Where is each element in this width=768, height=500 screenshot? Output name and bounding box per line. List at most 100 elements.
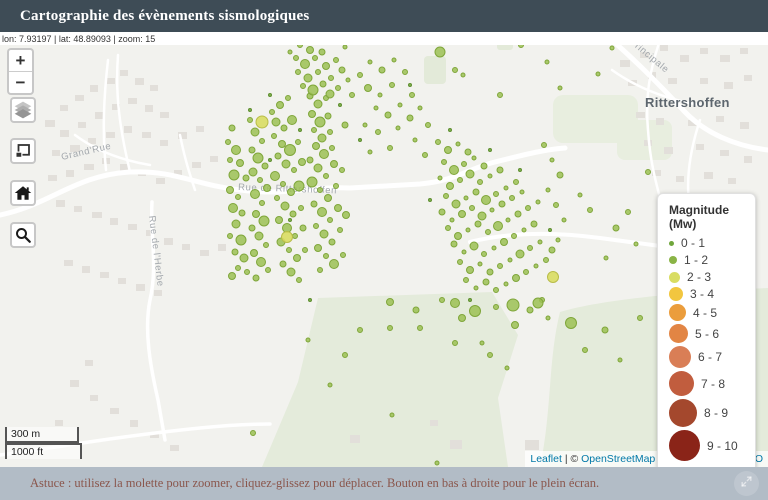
event-dot[interactable] bbox=[266, 268, 271, 273]
event-dot[interactable] bbox=[236, 195, 241, 200]
event-dot[interactable] bbox=[488, 174, 492, 178]
event-dot[interactable] bbox=[459, 315, 466, 322]
event-dot[interactable] bbox=[296, 140, 301, 145]
event-dot[interactable] bbox=[249, 147, 255, 153]
event-dot[interactable] bbox=[466, 228, 470, 232]
event-dot[interactable] bbox=[272, 118, 280, 126]
event-dot[interactable] bbox=[264, 243, 269, 248]
event-dot[interactable] bbox=[259, 216, 269, 226]
event-dot[interactable] bbox=[229, 204, 238, 213]
event-dot[interactable] bbox=[342, 122, 348, 128]
event-dot[interactable] bbox=[494, 222, 503, 231]
event-dot[interactable] bbox=[292, 168, 297, 173]
event-dot[interactable] bbox=[335, 205, 342, 212]
event-dot[interactable] bbox=[251, 190, 260, 199]
event-dot[interactable] bbox=[519, 45, 524, 48]
event-dot[interactable] bbox=[646, 170, 651, 175]
event-dot[interactable] bbox=[388, 326, 393, 331]
event-dot[interactable] bbox=[472, 156, 476, 160]
event-dot[interactable] bbox=[445, 147, 452, 154]
extent-tool-button[interactable] bbox=[10, 138, 36, 164]
event-dot[interactable] bbox=[398, 103, 402, 107]
event-dot[interactable] bbox=[301, 84, 306, 89]
event-dot[interactable] bbox=[251, 128, 259, 136]
event-dot[interactable] bbox=[229, 170, 239, 180]
event-dot[interactable] bbox=[307, 177, 317, 187]
event-dot[interactable] bbox=[306, 338, 310, 342]
event-dot[interactable] bbox=[508, 258, 512, 262]
event-dot[interactable] bbox=[281, 202, 289, 210]
event-dot[interactable] bbox=[253, 275, 259, 281]
home-button[interactable] bbox=[10, 180, 36, 206]
event-dot[interactable] bbox=[549, 229, 552, 232]
event-dot[interactable] bbox=[452, 200, 460, 208]
event-dot[interactable] bbox=[308, 85, 318, 95]
event-dot[interactable] bbox=[320, 150, 329, 159]
event-dot[interactable] bbox=[341, 253, 346, 258]
event-dot[interactable] bbox=[515, 211, 521, 217]
event-dot[interactable] bbox=[478, 262, 482, 266]
event-dot[interactable] bbox=[610, 46, 614, 50]
event-dot[interactable] bbox=[522, 228, 526, 232]
event-dot[interactable] bbox=[229, 125, 235, 131]
fullscreen-button[interactable] bbox=[734, 471, 759, 496]
event-dot[interactable] bbox=[513, 275, 520, 282]
event-dot[interactable] bbox=[634, 242, 638, 246]
event-dot[interactable] bbox=[504, 186, 508, 190]
event-dot[interactable] bbox=[602, 327, 608, 333]
event-dot[interactable] bbox=[447, 183, 454, 190]
event-dot[interactable] bbox=[558, 86, 562, 90]
event-dot[interactable] bbox=[315, 245, 322, 252]
event-dot[interactable] bbox=[281, 125, 287, 131]
event-dot[interactable] bbox=[343, 353, 348, 358]
event-dot[interactable] bbox=[338, 228, 343, 233]
event-dot[interactable] bbox=[466, 170, 474, 178]
event-dot[interactable] bbox=[311, 201, 317, 207]
event-dot[interactable] bbox=[506, 218, 510, 222]
event-dot[interactable] bbox=[260, 201, 265, 206]
event-dot[interactable] bbox=[481, 163, 487, 169]
event-dot[interactable] bbox=[542, 143, 547, 148]
event-dot[interactable] bbox=[299, 159, 306, 166]
event-dot[interactable] bbox=[613, 225, 619, 231]
event-dot[interactable] bbox=[556, 238, 560, 242]
event-dot[interactable] bbox=[339, 67, 345, 73]
event-dot[interactable] bbox=[418, 106, 422, 110]
zoom-out-button[interactable]: − bbox=[9, 71, 32, 93]
event-dot[interactable] bbox=[239, 210, 245, 216]
event-dot[interactable] bbox=[300, 225, 306, 231]
event-dot[interactable] bbox=[336, 86, 341, 91]
event-dot[interactable] bbox=[313, 143, 320, 150]
event-dot[interactable] bbox=[294, 181, 304, 191]
event-dot[interactable] bbox=[549, 247, 555, 253]
event-dot[interactable] bbox=[312, 128, 317, 133]
event-dot[interactable] bbox=[390, 83, 395, 88]
event-dot[interactable] bbox=[413, 307, 419, 313]
event-dot[interactable] bbox=[546, 316, 550, 320]
event-dot[interactable] bbox=[340, 168, 345, 173]
event-dot[interactable] bbox=[323, 63, 330, 70]
osm-link[interactable]: OpenStreetMap bbox=[581, 453, 655, 465]
event-dot[interactable] bbox=[253, 153, 263, 163]
event-dot[interactable] bbox=[298, 45, 303, 48]
event-dot[interactable] bbox=[494, 288, 499, 293]
event-dot[interactable] bbox=[487, 269, 493, 275]
event-dot[interactable] bbox=[482, 196, 491, 205]
event-dot[interactable] bbox=[378, 93, 382, 97]
event-dot[interactable] bbox=[331, 161, 338, 168]
event-dot[interactable] bbox=[473, 189, 479, 195]
event-dot[interactable] bbox=[289, 219, 292, 222]
event-dot[interactable] bbox=[488, 353, 493, 358]
event-dot[interactable] bbox=[512, 322, 519, 329]
event-dot[interactable] bbox=[531, 221, 537, 227]
event-dot[interactable] bbox=[294, 255, 301, 262]
event-dot[interactable] bbox=[444, 194, 449, 199]
event-dot[interactable] bbox=[249, 168, 257, 176]
event-dot[interactable] bbox=[490, 208, 494, 212]
event-dot[interactable] bbox=[258, 178, 263, 183]
event-dot[interactable] bbox=[304, 74, 312, 82]
event-dot[interactable] bbox=[245, 270, 250, 275]
event-dot[interactable] bbox=[562, 218, 566, 222]
event-dot[interactable] bbox=[626, 210, 631, 215]
event-dot[interactable] bbox=[326, 90, 334, 98]
